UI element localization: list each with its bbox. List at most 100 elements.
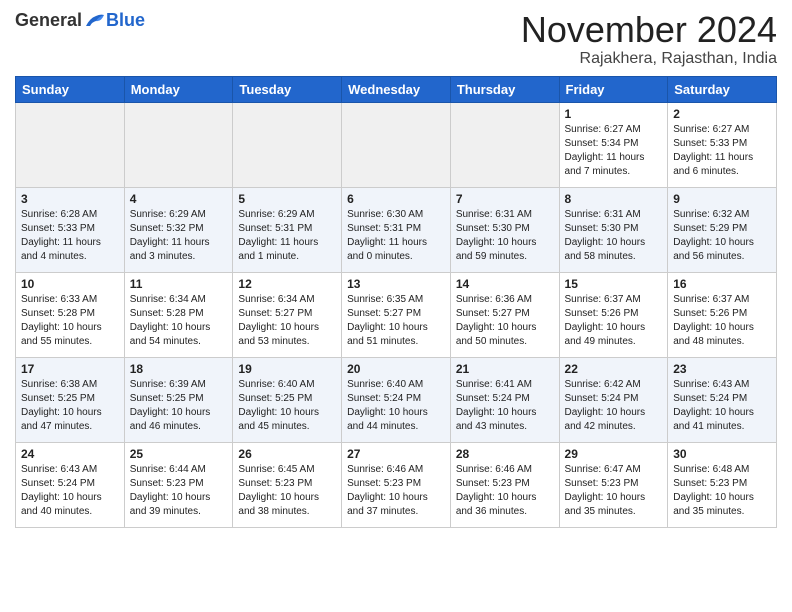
title-section: November 2024 Rajakhera, Rajasthan, Indi… <box>521 10 777 68</box>
day-number: 18 <box>130 362 228 376</box>
calendar-day-cell: 29 Sunrise: 6:47 AMSunset: 5:23 PMDayligh… <box>559 442 668 527</box>
day-number: 22 <box>565 362 663 376</box>
calendar-day-cell: 8Sunrise: 6:31 AMSunset: 5:30 PMDaylight… <box>559 187 668 272</box>
day-info: Sunrise: 6:45 AMSunset: 5:23 PMDaylight:… <box>238 463 336 519</box>
day-number: 4 <box>130 192 228 206</box>
day-info: Sunrise: 6:27 AMSunset: 5:34 PMDaylight:… <box>565 123 663 179</box>
calendar-day-cell: 10Sunrise: 6:33 AMSunset: 5:28 PMDayligh… <box>16 272 125 357</box>
calendar-day-cell <box>342 102 451 187</box>
day-info: Sunrise: 6:42 AMSunset: 5:24 PMDaylight:… <box>565 378 663 434</box>
day-info: Sunrise: 6:37 AMSunset: 5:26 PMDaylight:… <box>673 293 771 349</box>
logo: General Blue <box>15 10 145 31</box>
month-title: November 2024 <box>521 10 777 50</box>
calendar-day-cell: 27Sunrise: 6:46 AMSunset: 5:23 PMDayligh… <box>342 442 451 527</box>
day-info: Sunrise: 6:44 AMSunset: 5:23 PMDaylight:… <box>130 463 228 519</box>
calendar-day-cell: 17Sunrise: 6:38 AMSunset: 5:25 PMDayligh… <box>16 357 125 442</box>
logo-general: General <box>15 10 82 31</box>
day-info: Sunrise: 6:48 AMSunset: 5:23 PMDaylight:… <box>673 463 771 519</box>
calendar-day-cell: 14 Sunrise: 6:36 AMSunset: 5:27 PMDayligh… <box>450 272 559 357</box>
day-info: Sunrise: 6:28 AMSunset: 5:33 PMDaylight:… <box>21 208 119 264</box>
calendar-day-cell: 1Sunrise: 6:27 AMSunset: 5:34 PMDaylight… <box>559 102 668 187</box>
calendar-day-cell: 28 Sunrise: 6:46 AMSunset: 5:23 PMDayligh… <box>450 442 559 527</box>
day-number: 29 <box>565 447 663 461</box>
day-info: Sunrise: 6:40 AMSunset: 5:25 PMDaylight:… <box>238 378 336 434</box>
day-number: 2 <box>673 107 771 121</box>
calendar-day-cell <box>233 102 342 187</box>
day-info: Sunrise: 6:29 AMSunset: 5:31 PMDaylight:… <box>238 208 336 264</box>
calendar-day-cell: 23 Sunrise: 6:43 AMSunset: 5:24 PMDayligh… <box>668 357 777 442</box>
day-number: 11 <box>130 277 228 291</box>
calendar-day-cell <box>16 102 125 187</box>
weekday-header-sunday: Sunday <box>16 76 125 102</box>
weekday-header-friday: Friday <box>559 76 668 102</box>
day-number: 9 <box>673 192 771 206</box>
day-number: 17 <box>21 362 119 376</box>
calendar-day-cell: 20 Sunrise: 6:40 AMSunset: 5:24 PMDayligh… <box>342 357 451 442</box>
calendar-day-cell: 24 Sunrise: 6:43 AMSunset: 5:24 PMDayligh… <box>16 442 125 527</box>
calendar-day-cell: 18 Sunrise: 6:39 AMSunset: 5:25 PMDayligh… <box>124 357 233 442</box>
calendar-day-cell: 30 Sunrise: 6:48 AMSunset: 5:23 PMDayligh… <box>668 442 777 527</box>
weekday-header-saturday: Saturday <box>668 76 777 102</box>
day-info: Sunrise: 6:34 AMSunset: 5:28 PMDaylight:… <box>130 293 228 349</box>
calendar-header-row: SundayMondayTuesdayWednesdayThursdayFrid… <box>16 76 777 102</box>
calendar-day-cell: 19Sunrise: 6:40 AMSunset: 5:25 PMDayligh… <box>233 357 342 442</box>
weekday-header-wednesday: Wednesday <box>342 76 451 102</box>
calendar-day-cell: 15 Sunrise: 6:37 AMSunset: 5:26 PMDayligh… <box>559 272 668 357</box>
calendar-day-cell: 4 Sunrise: 6:29 AMSunset: 5:32 PMDaylight… <box>124 187 233 272</box>
calendar-day-cell <box>450 102 559 187</box>
weekday-header-monday: Monday <box>124 76 233 102</box>
calendar-day-cell: 7 Sunrise: 6:31 AMSunset: 5:30 PMDaylight… <box>450 187 559 272</box>
calendar-day-cell: 2 Sunrise: 6:27 AMSunset: 5:33 PMDaylight… <box>668 102 777 187</box>
calendar-day-cell: 13 Sunrise: 6:35 AMSunset: 5:27 PMDayligh… <box>342 272 451 357</box>
day-info: Sunrise: 6:35 AMSunset: 5:27 PMDaylight:… <box>347 293 445 349</box>
calendar-day-cell: 9Sunrise: 6:32 AMSunset: 5:29 PMDaylight… <box>668 187 777 272</box>
day-info: Sunrise: 6:46 AMSunset: 5:23 PMDaylight:… <box>456 463 554 519</box>
logo-bird-icon <box>84 12 106 30</box>
weekday-header-thursday: Thursday <box>450 76 559 102</box>
day-info: Sunrise: 6:43 AMSunset: 5:24 PMDaylight:… <box>673 378 771 434</box>
day-number: 13 <box>347 277 445 291</box>
calendar-day-cell: 25Sunrise: 6:44 AMSunset: 5:23 PMDayligh… <box>124 442 233 527</box>
day-number: 27 <box>347 447 445 461</box>
day-info: Sunrise: 6:31 AMSunset: 5:30 PMDaylight:… <box>456 208 554 264</box>
calendar-day-cell: 6 Sunrise: 6:30 AMSunset: 5:31 PMDaylight… <box>342 187 451 272</box>
day-number: 3 <box>21 192 119 206</box>
day-number: 7 <box>456 192 554 206</box>
page-header: General Blue November 2024 Rajakhera, Ra… <box>15 10 777 68</box>
day-number: 24 <box>21 447 119 461</box>
day-number: 26 <box>238 447 336 461</box>
calendar-week-row: 10Sunrise: 6:33 AMSunset: 5:28 PMDayligh… <box>16 272 777 357</box>
calendar-day-cell: 3 Sunrise: 6:28 AMSunset: 5:33 PMDaylight… <box>16 187 125 272</box>
day-info: Sunrise: 6:43 AMSunset: 5:24 PMDaylight:… <box>21 463 119 519</box>
calendar-day-cell: 5Sunrise: 6:29 AMSunset: 5:31 PMDaylight… <box>233 187 342 272</box>
day-info: Sunrise: 6:33 AMSunset: 5:28 PMDaylight:… <box>21 293 119 349</box>
calendar-day-cell: 26 Sunrise: 6:45 AMSunset: 5:23 PMDayligh… <box>233 442 342 527</box>
day-number: 20 <box>347 362 445 376</box>
day-info: Sunrise: 6:29 AMSunset: 5:32 PMDaylight:… <box>130 208 228 264</box>
day-number: 12 <box>238 277 336 291</box>
day-info: Sunrise: 6:34 AMSunset: 5:27 PMDaylight:… <box>238 293 336 349</box>
day-number: 15 <box>565 277 663 291</box>
day-number: 23 <box>673 362 771 376</box>
location: Rajakhera, Rajasthan, India <box>521 50 777 68</box>
day-info: Sunrise: 6:40 AMSunset: 5:24 PMDaylight:… <box>347 378 445 434</box>
calendar-week-row: 1Sunrise: 6:27 AMSunset: 5:34 PMDaylight… <box>16 102 777 187</box>
day-number: 16 <box>673 277 771 291</box>
day-info: Sunrise: 6:41 AMSunset: 5:24 PMDaylight:… <box>456 378 554 434</box>
day-number: 21 <box>456 362 554 376</box>
calendar-day-cell: 22 Sunrise: 6:42 AMSunset: 5:24 PMDayligh… <box>559 357 668 442</box>
calendar-day-cell: 11 Sunrise: 6:34 AMSunset: 5:28 PMDayligh… <box>124 272 233 357</box>
day-number: 6 <box>347 192 445 206</box>
day-number: 30 <box>673 447 771 461</box>
day-info: Sunrise: 6:47 AMSunset: 5:23 PMDaylight:… <box>565 463 663 519</box>
day-number: 14 <box>456 277 554 291</box>
calendar-week-row: 24 Sunrise: 6:43 AMSunset: 5:24 PMDayligh… <box>16 442 777 527</box>
day-info: Sunrise: 6:39 AMSunset: 5:25 PMDaylight:… <box>130 378 228 434</box>
day-info: Sunrise: 6:30 AMSunset: 5:31 PMDaylight:… <box>347 208 445 264</box>
day-info: Sunrise: 6:27 AMSunset: 5:33 PMDaylight:… <box>673 123 771 179</box>
day-info: Sunrise: 6:37 AMSunset: 5:26 PMDaylight:… <box>565 293 663 349</box>
calendar-week-row: 17Sunrise: 6:38 AMSunset: 5:25 PMDayligh… <box>16 357 777 442</box>
calendar-table: SundayMondayTuesdayWednesdayThursdayFrid… <box>15 76 777 528</box>
day-info: Sunrise: 6:36 AMSunset: 5:27 PMDaylight:… <box>456 293 554 349</box>
day-number: 28 <box>456 447 554 461</box>
